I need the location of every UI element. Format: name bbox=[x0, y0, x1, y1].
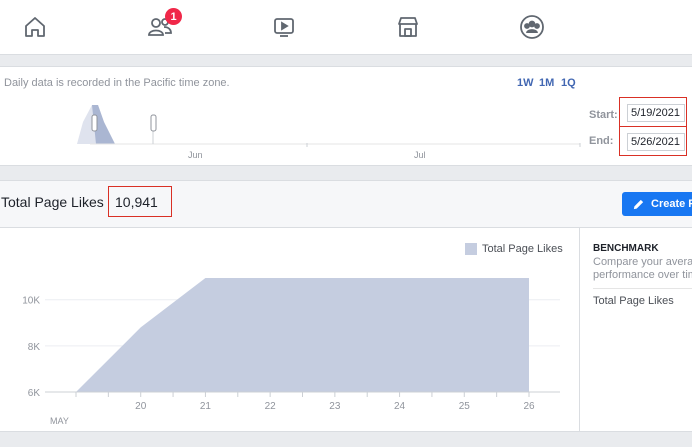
start-date-input[interactable]: 5/19/2021 bbox=[627, 104, 685, 122]
x-tick-label: 23 bbox=[329, 401, 341, 412]
likes-area-chart: 6K 8K 10K 20 21 22 23 24 25 26 MAY bbox=[22, 277, 560, 426]
legend-swatch bbox=[465, 243, 477, 255]
marketplace-icon[interactable] bbox=[394, 13, 422, 41]
y-tick-label: 6K bbox=[28, 388, 41, 399]
range-handle-end[interactable] bbox=[150, 114, 157, 132]
total-likes-title: Total Page Likes bbox=[1, 194, 104, 210]
x-month-label: MAY bbox=[50, 416, 69, 426]
pencil-icon bbox=[633, 199, 644, 209]
x-tick-label: 25 bbox=[459, 401, 471, 412]
likes-chart-panel: 6K 8K 10K 20 21 22 23 24 25 26 MAY Total Page Like… bbox=[0, 228, 692, 432]
date-range-panel: Daily data is recorded in the Pacific ti… bbox=[0, 66, 692, 166]
total-likes-header: Total Page Likes 10,941 Create P bbox=[0, 180, 692, 228]
benchmark-metric[interactable]: Total Page Likes bbox=[593, 295, 674, 307]
create-post-button[interactable]: Create P bbox=[622, 192, 692, 216]
home-icon[interactable] bbox=[21, 13, 49, 41]
groups-icon[interactable] bbox=[518, 13, 546, 41]
y-tick-label: 8K bbox=[28, 342, 41, 353]
mini-month-label: Jun bbox=[188, 150, 203, 160]
benchmark-desc-line: performance over tim bbox=[593, 269, 692, 281]
benchmark-desc-line: Compare your avera bbox=[593, 256, 692, 268]
likes-value-highlight: 10,941 bbox=[108, 186, 172, 217]
benchmark-title: BENCHMARK bbox=[593, 243, 659, 254]
people-icon[interactable]: 1 bbox=[146, 8, 182, 41]
x-tick-label: 26 bbox=[523, 401, 535, 412]
start-date-label: Start: bbox=[589, 109, 618, 121]
mini-month-label: Jul bbox=[414, 150, 426, 160]
x-tick-label: 20 bbox=[135, 401, 147, 412]
create-post-label: Create P bbox=[651, 198, 692, 210]
benchmark-separator bbox=[593, 288, 692, 289]
panel-divider bbox=[579, 228, 580, 432]
legend-label: Total Page Likes bbox=[482, 243, 563, 255]
watch-icon[interactable] bbox=[270, 13, 298, 41]
benchmark-description: Compare your avera performance over tim bbox=[593, 256, 692, 282]
end-date-highlight: 5/26/2021 bbox=[619, 126, 687, 156]
y-tick-label: 10K bbox=[22, 296, 40, 307]
range-handle-start[interactable] bbox=[91, 114, 98, 132]
total-likes-value: 10,941 bbox=[115, 194, 158, 210]
end-date-input[interactable]: 5/26/2021 bbox=[627, 133, 685, 151]
end-date-label: End: bbox=[589, 135, 614, 147]
x-tick-label: 21 bbox=[200, 401, 212, 412]
x-tick-label: 22 bbox=[265, 401, 277, 412]
start-date-highlight: 5/19/2021 bbox=[619, 97, 687, 127]
notification-badge: 1 bbox=[165, 8, 182, 25]
chart-legend[interactable]: Total Page Likes bbox=[465, 243, 563, 255]
x-tick-label: 24 bbox=[394, 401, 406, 412]
series-area bbox=[76, 277, 529, 392]
top-navigation: 1 bbox=[0, 0, 692, 55]
range-slider-chart bbox=[77, 105, 581, 147]
